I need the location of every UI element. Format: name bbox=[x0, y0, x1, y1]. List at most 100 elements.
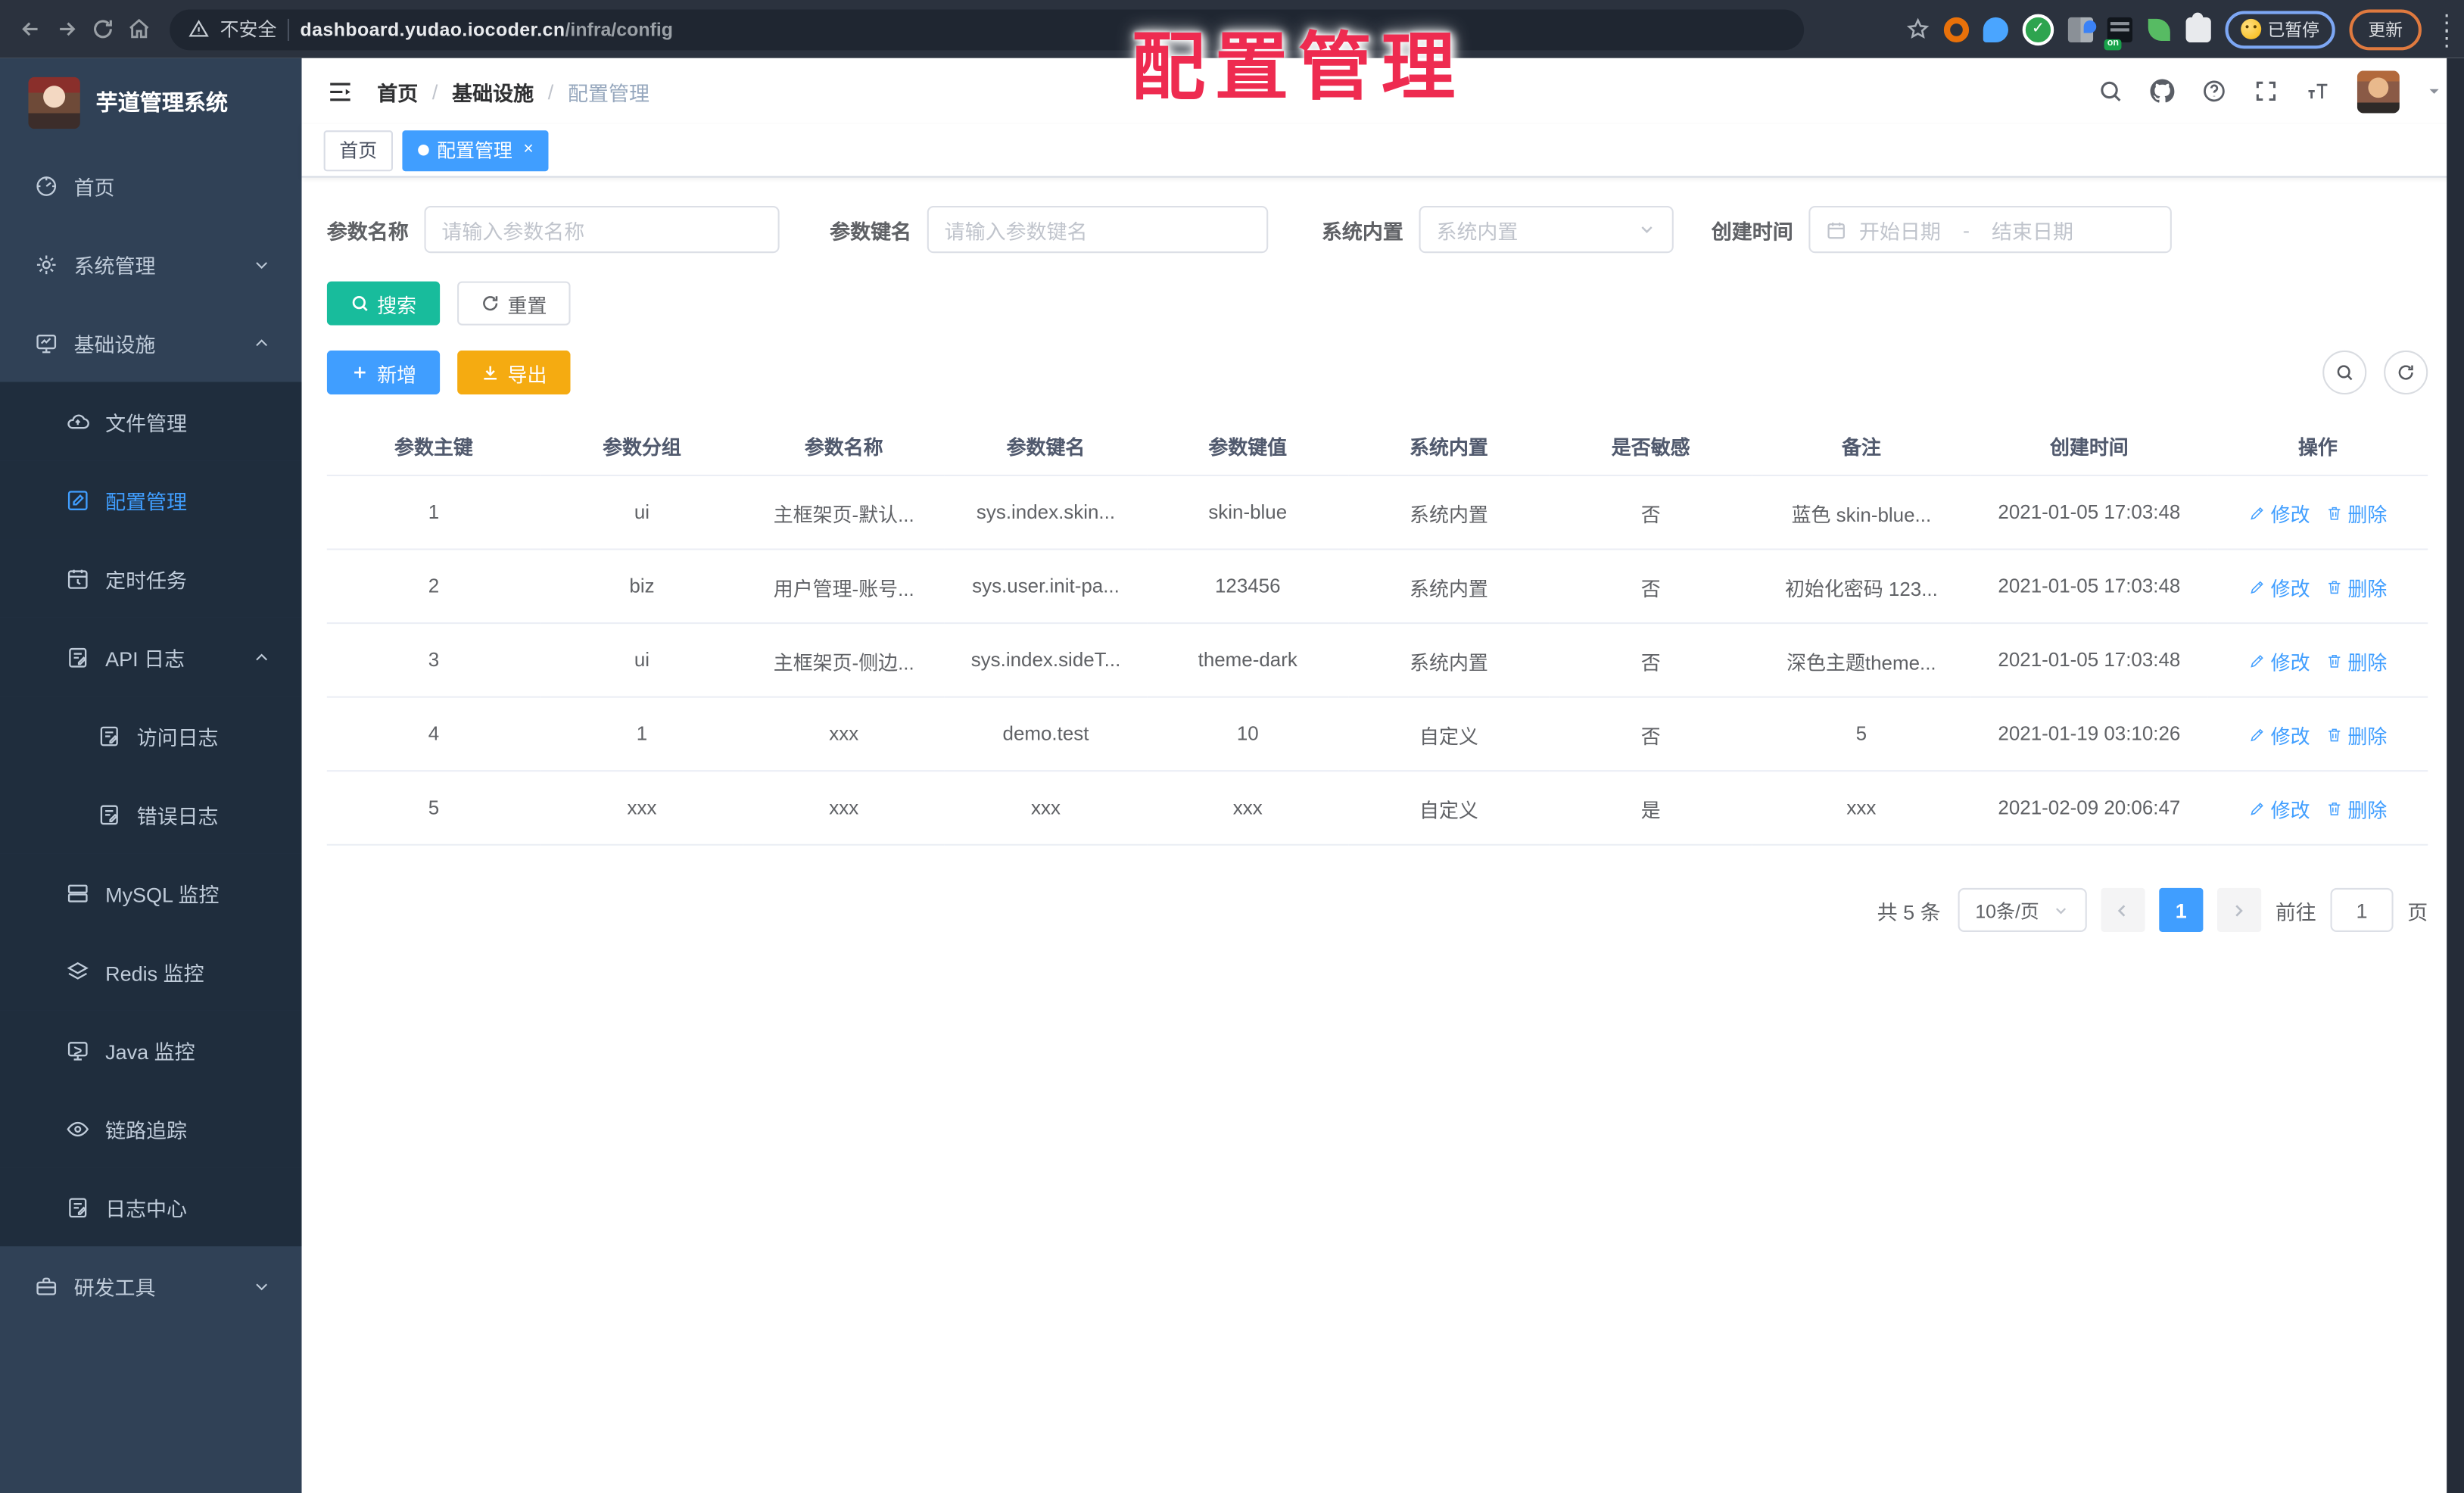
cell-builtin: 自定义 bbox=[1348, 697, 1550, 772]
extension-icon-check[interactable]: ✓ bbox=[2022, 13, 2054, 45]
screen: 不安全 dashboard.yudao.iocoder.cn/infra/con… bbox=[0, 0, 2464, 1493]
sidebar-item-基础设施[interactable]: 基础设施 bbox=[0, 304, 302, 382]
placeholder-text: 请输入参数名称 bbox=[441, 219, 585, 243]
param-key-input[interactable]: 请输入参数键名 bbox=[927, 205, 1269, 254]
cloud-icon bbox=[67, 413, 89, 429]
back-icon[interactable] bbox=[14, 13, 48, 46]
sidebar-item-配置管理[interactable]: 配置管理 bbox=[0, 460, 302, 540]
edit-link[interactable]: 修改 bbox=[2249, 497, 2310, 527]
param-name-input[interactable]: 请输入参数名称 bbox=[424, 205, 780, 254]
sidebar-item-mysql-监控[interactable]: MySQL 监控 bbox=[0, 853, 302, 933]
sidebar-item-首页[interactable]: 首页 bbox=[0, 146, 302, 225]
extension-icon-leaf[interactable] bbox=[2147, 17, 2172, 42]
cell-builtin: 系统内置 bbox=[1348, 623, 1550, 698]
search-icon[interactable] bbox=[2098, 79, 2123, 104]
extension-icon-grid[interactable] bbox=[2067, 16, 2097, 42]
help-icon[interactable] bbox=[2201, 79, 2226, 104]
fullscreen-icon[interactable] bbox=[2254, 79, 2279, 104]
edit-square-icon bbox=[67, 490, 88, 510]
edit-link[interactable]: 修改 bbox=[2249, 719, 2310, 749]
scrollbar[interactable] bbox=[2447, 58, 2464, 1493]
sidebar-item-研发工具[interactable]: 研发工具 bbox=[0, 1246, 302, 1325]
browser-menu-icon[interactable]: ⋮ ⋮ bbox=[2436, 10, 2458, 48]
close-icon[interactable]: × bbox=[523, 141, 533, 159]
sidebar-item-系统管理[interactable]: 系统管理 bbox=[0, 225, 302, 304]
address-bar[interactable]: 不安全 dashboard.yudao.iocoder.cn/infra/con… bbox=[170, 8, 1805, 50]
trash-icon bbox=[2328, 802, 2341, 815]
sidebar-fold-icon[interactable] bbox=[324, 76, 356, 108]
delete-link[interactable]: 删除 bbox=[2325, 497, 2387, 527]
github-icon[interactable] bbox=[2150, 79, 2175, 104]
annotation-title: 配置管理 bbox=[1131, 25, 1465, 109]
home-icon[interactable] bbox=[123, 13, 156, 46]
sidebar-item-redis-监控[interactable]: Redis 监控 bbox=[0, 932, 302, 1011]
reset-button[interactable]: 重置 bbox=[457, 281, 571, 326]
range-separator: - bbox=[1962, 217, 1970, 242]
sidebar-item-label: 系统管理 bbox=[73, 254, 156, 278]
profile-paused-pill[interactable]: 已暂停 bbox=[2225, 10, 2335, 48]
tag-config[interactable]: 配置管理 × bbox=[402, 129, 550, 171]
table-row: 2 biz 用户管理-账号... sys.user.init-pa... 123456 系… bbox=[326, 549, 2428, 625]
reload-icon[interactable] bbox=[86, 13, 120, 46]
prev-page-button[interactable] bbox=[2101, 887, 2145, 933]
date-range-picker[interactable]: 开始日期 - 结束日期 bbox=[1808, 205, 2173, 254]
search-button[interactable]: 搜索 bbox=[326, 281, 441, 326]
extension-icon-ring[interactable] bbox=[1943, 16, 1970, 42]
cell-name: xxx bbox=[743, 697, 945, 772]
sidebar-item-定时任务[interactable]: 定时任务 bbox=[0, 539, 302, 618]
edit-link[interactable]: 修改 bbox=[2249, 645, 2310, 675]
extension-icon-pin[interactable] bbox=[1983, 16, 2008, 42]
extensions-puzzle-icon[interactable] bbox=[2185, 11, 2211, 42]
infra-icon bbox=[36, 333, 57, 353]
page-size-select[interactable]: 10条/页 bbox=[1958, 887, 2087, 933]
edit-link[interactable]: 修改 bbox=[2249, 572, 2310, 601]
cell-value: skin-blue bbox=[1147, 475, 1349, 550]
chevron-left-icon bbox=[2118, 904, 2126, 916]
sidebar-item-访问日志[interactable]: 访问日志 bbox=[0, 696, 302, 775]
sidebar-item-链路追踪[interactable]: 链路追踪 bbox=[0, 1089, 302, 1168]
sidebar-item-label: 定时任务 bbox=[105, 568, 188, 592]
cell-remark: 初始化密码 123... bbox=[1752, 549, 1971, 625]
tag-home[interactable]: 首页 bbox=[323, 129, 394, 171]
cell-id: 2 bbox=[326, 549, 541, 625]
export-button[interactable]: 导出 bbox=[457, 350, 571, 395]
download-icon bbox=[484, 366, 497, 380]
chevron-down-icon[interactable] bbox=[2426, 83, 2442, 99]
delete-link[interactable]: 删除 bbox=[2325, 645, 2387, 675]
sidebar-item-日志中心[interactable]: 日志中心 bbox=[0, 1167, 302, 1247]
refresh-button[interactable] bbox=[2384, 350, 2428, 395]
breadcrumb-infra[interactable]: 基础设施 bbox=[452, 76, 534, 106]
star-icon[interactable] bbox=[1906, 17, 1930, 41]
next-page-button[interactable] bbox=[2217, 887, 2262, 933]
gear-icon bbox=[36, 254, 56, 274]
browser-update-button[interactable]: 更新 bbox=[2349, 8, 2422, 50]
sidebar-item-api-日志[interactable]: API 日志 bbox=[0, 617, 302, 697]
page-1-button[interactable]: 1 bbox=[2159, 887, 2204, 933]
breadcrumb-home[interactable]: 首页 bbox=[377, 76, 418, 106]
user-avatar[interactable] bbox=[2357, 70, 2400, 113]
chevron-up-icon bbox=[256, 653, 268, 660]
delete-link[interactable]: 删除 bbox=[2325, 572, 2387, 601]
edit-icon bbox=[2251, 580, 2263, 594]
delete-link[interactable]: 删除 bbox=[2325, 793, 2387, 822]
edit-link[interactable]: 修改 bbox=[2249, 793, 2310, 822]
table-row: 3 ui 主框架页-侧边... sys.index.sideT... theme-dar… bbox=[326, 623, 2428, 698]
sidebar-item-label: 文件管理 bbox=[105, 410, 188, 435]
sidebar-item-文件管理[interactable]: 文件管理 bbox=[0, 382, 302, 461]
toggle-search-button[interactable] bbox=[2322, 350, 2367, 395]
builtin-select[interactable]: 系统内置 bbox=[1419, 205, 1674, 254]
extension-icon-bars[interactable]: on bbox=[2104, 16, 2132, 50]
sidebar-item-java-监控[interactable]: Java 监控 bbox=[0, 1010, 302, 1089]
chevron-up-icon bbox=[256, 338, 268, 346]
doc-log-icon bbox=[100, 725, 118, 746]
goto-page-input[interactable]: 1 bbox=[2330, 887, 2394, 933]
sidebar-item-label: 首页 bbox=[73, 175, 115, 199]
trash-icon bbox=[2328, 653, 2341, 667]
add-button[interactable]: 新增 bbox=[326, 350, 441, 395]
sidebar-item-错误日志[interactable]: 错误日志 bbox=[0, 775, 302, 854]
cell-name: 主框架页-侧边... bbox=[743, 623, 945, 698]
font-size-icon[interactable] bbox=[2305, 79, 2330, 104]
delete-link[interactable]: 删除 bbox=[2325, 719, 2387, 749]
forward-icon[interactable] bbox=[50, 13, 83, 46]
sidebar-item-label: 配置管理 bbox=[105, 489, 188, 513]
